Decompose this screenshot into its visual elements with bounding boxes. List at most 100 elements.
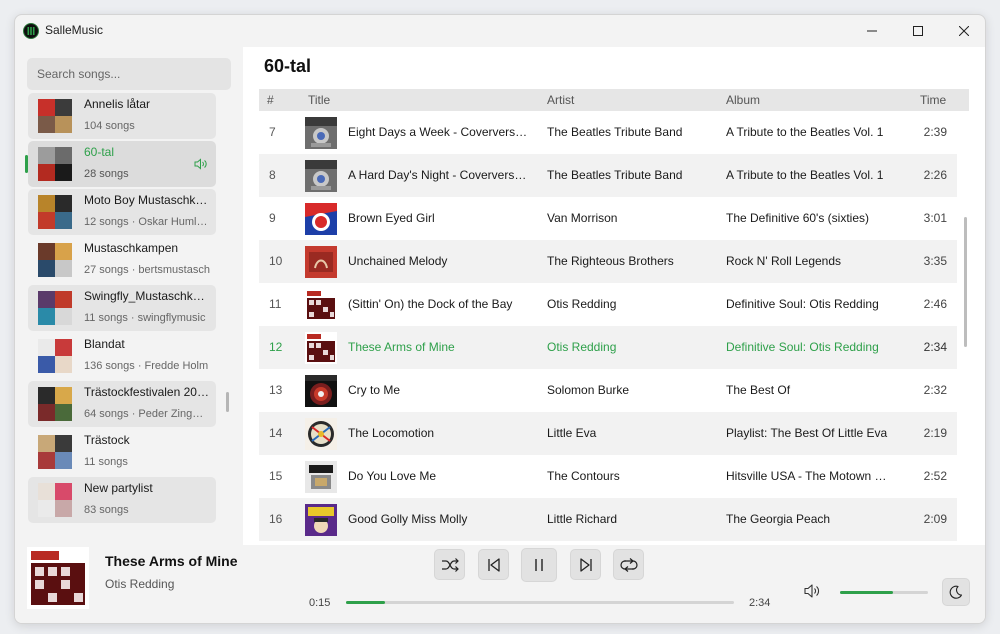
thumbnail-tile — [55, 195, 72, 212]
table-row[interactable]: 11 (Sittin' On) the Dock of the Bay Otis R… — [259, 283, 957, 326]
track-album: A Tribute to the Beatles Vol. 1 — [726, 168, 884, 182]
table-row[interactable]: 16 Good Golly Miss Molly Little Richard The… — [259, 498, 957, 541]
playlist-name: Moto Boy Mustaschkampen — [84, 193, 210, 207]
thumbnail-tile — [55, 164, 72, 181]
next-button[interactable] — [570, 549, 601, 580]
progress-slider[interactable] — [346, 601, 734, 604]
minimize-button[interactable] — [849, 15, 895, 47]
progress-fill — [346, 601, 385, 604]
playlist-meta: 11 songs — [84, 456, 128, 468]
theme-toggle-button[interactable] — [942, 578, 970, 606]
thumbnail-tile — [38, 147, 55, 164]
now-playing-title: These Arms of Mine — [105, 553, 238, 569]
playlist-item[interactable]: Swingfly_Mustaschkampen 11 songs · swingf… — [28, 285, 216, 331]
track-album: The Georgia Peach — [726, 512, 831, 526]
thumbnail-tile — [38, 99, 55, 116]
thumbnail-tile — [55, 291, 72, 308]
playlist-item[interactable]: New partylist 83 songs — [28, 477, 216, 523]
column-header-time[interactable]: Time — [920, 93, 946, 107]
track-duration: 2:34 — [923, 340, 947, 354]
thumbnail-tile — [38, 308, 55, 325]
shuffle-icon — [441, 557, 459, 572]
playlist-thumbnail — [38, 291, 72, 325]
track-artist: Otis Redding — [547, 297, 617, 311]
thumbnail-tile — [55, 147, 72, 164]
playlist-meta: 27 songs · bertsmustasch — [84, 264, 210, 276]
table-row[interactable]: 7 Eight Days a Week - Coverversion The Bea… — [259, 111, 957, 154]
repeat-button[interactable] — [613, 549, 644, 580]
shuffle-button[interactable] — [434, 549, 465, 580]
playlist-item[interactable]: Blandat 136 songs · Fredde Holm — [28, 333, 216, 379]
volume-slider[interactable] — [840, 591, 928, 594]
track-title: These Arms of Mine — [348, 340, 455, 354]
table-row[interactable]: 8 A Hard Day's Night - Coverversion The Be… — [259, 154, 957, 197]
app-logo-icon — [23, 23, 39, 39]
thumbnail-tile — [55, 243, 72, 260]
playlist-item[interactable]: Trästock 11 songs — [28, 429, 216, 475]
moon-icon — [949, 585, 963, 599]
track-title: Brown Eyed Girl — [348, 211, 435, 225]
now-playing-artist: Otis Redding — [105, 577, 175, 591]
track-album: Definitive Soul: Otis Redding — [726, 297, 879, 311]
sidebar-scrollbar[interactable] — [226, 392, 229, 412]
track-duration: 3:01 — [923, 211, 947, 225]
table-row[interactable]: 10 Unchained Melody The Righteous Brothers… — [259, 240, 957, 283]
track-title: Good Golly Miss Molly — [348, 512, 468, 526]
thumbnail-tile — [55, 452, 72, 469]
track-album-art — [305, 461, 337, 493]
track-list: 7 Eight Days a Week - Coverversion The Bea… — [259, 111, 957, 545]
pause-button[interactable] — [521, 548, 557, 582]
app-title: SalleMusic — [45, 23, 104, 37]
volume-icon[interactable] — [803, 583, 821, 604]
column-header-album[interactable]: Album — [726, 93, 760, 107]
playlist-name: Trästock — [84, 433, 130, 447]
table-row[interactable]: 14 The Locomotion Little Eva Playlist: The … — [259, 412, 957, 455]
playlist-item[interactable]: Trästockfestivalen 2023 64 songs · Peder … — [28, 381, 216, 427]
table-row[interactable]: 13 Cry to Me Solomon Burke The Best Of 2:32 — [259, 369, 957, 412]
table-row[interactable]: 12 These Arms of Mine Otis Redding Definiti… — [259, 326, 957, 369]
close-button[interactable] — [941, 15, 985, 47]
playlist-item[interactable]: Mustaschkampen 27 songs · bertsmustasch — [28, 237, 216, 283]
playlist-list: Annelis låtar 104 songs 60-tal 28 songs Moto… — [15, 93, 243, 533]
table-row[interactable]: 15 Do You Love Me The Contours Hitsville US… — [259, 455, 957, 498]
track-duration: 2:26 — [923, 168, 947, 182]
track-title: A Hard Day's Night - Coverversion — [348, 168, 528, 182]
track-number: 12 — [269, 340, 283, 354]
track-number: 13 — [269, 383, 283, 397]
column-header-number[interactable]: # — [267, 93, 274, 107]
track-number: 14 — [269, 426, 283, 440]
track-album-art — [305, 332, 337, 364]
thumbnail-tile — [38, 404, 55, 421]
table-header: # Title Artist Album Time — [259, 89, 969, 111]
track-duration: 3:35 — [923, 254, 947, 268]
thumbnail-tile — [38, 195, 55, 212]
thumbnail-tile — [55, 435, 72, 452]
playlist-item[interactable]: Moto Boy Mustaschkampen 12 songs · Oskar … — [28, 189, 216, 235]
current-time: 0:15 — [309, 597, 331, 609]
track-number: 16 — [269, 512, 283, 526]
track-title: Unchained Melody — [348, 254, 448, 268]
track-duration: 2:52 — [923, 469, 947, 483]
main-panel: 60-tal # Title Artist Album Time 7 Eight … — [243, 47, 985, 545]
playlist-item[interactable]: 60-tal 28 songs — [25, 141, 216, 187]
thumbnail-tile — [55, 116, 72, 133]
track-album-art — [305, 418, 337, 450]
column-header-title[interactable]: Title — [308, 93, 330, 107]
track-duration: 2:39 — [923, 125, 947, 139]
previous-button[interactable] — [478, 549, 509, 580]
total-time: 2:34 — [749, 597, 771, 609]
thumbnail-tile — [55, 308, 72, 325]
maximize-button[interactable] — [895, 15, 941, 47]
track-album: The Definitive 60's (sixties) — [726, 211, 870, 225]
playlist-meta: 64 songs · Peder Zingmark — [84, 408, 210, 420]
search-input[interactable] — [27, 58, 231, 90]
track-artist: The Beatles Tribute Band — [547, 125, 683, 139]
table-row[interactable]: 9 Brown Eyed Girl Van Morrison The Definiti… — [259, 197, 957, 240]
track-number: 9 — [269, 211, 276, 225]
playlist-item[interactable]: Annelis låtar 104 songs — [28, 93, 216, 139]
thumbnail-tile — [55, 339, 72, 356]
track-list-scrollbar[interactable] — [964, 217, 967, 347]
column-header-artist[interactable]: Artist — [547, 93, 574, 107]
thumbnail-tile — [55, 99, 72, 116]
track-album: Rock N' Roll Legends — [726, 254, 842, 268]
